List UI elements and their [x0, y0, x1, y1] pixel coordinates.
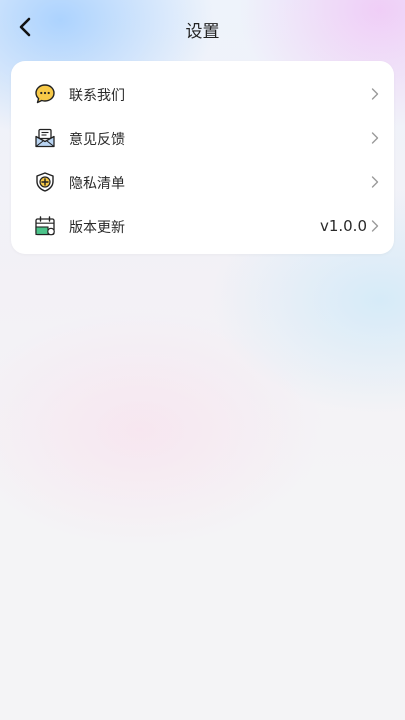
settings-card: 联系我们 意见反馈 隐私清单 版本更新 v1.0.0 [11, 61, 394, 254]
chevron-right-icon [371, 132, 379, 144]
settings-item-version[interactable]: 版本更新 v1.0.0 [11, 204, 394, 248]
chevron-right-icon [371, 220, 379, 232]
page-title: 设置 [185, 22, 220, 42]
chat-bubble-icon [35, 84, 55, 104]
settings-item-label: 隐私清单 [69, 176, 125, 192]
settings-item-feedback[interactable]: 意见反馈 [11, 116, 394, 160]
version-value: v1.0.0 [319, 217, 367, 235]
settings-item-label: 联系我们 [69, 88, 125, 104]
settings-item-contact[interactable]: 联系我们 [11, 72, 394, 116]
calendar-icon [35, 216, 55, 236]
settings-item-privacy[interactable]: 隐私清单 [11, 160, 394, 204]
envelope-icon [35, 128, 55, 148]
top-bar: 设置 [0, 0, 405, 56]
settings-item-label: 版本更新 [69, 220, 125, 236]
chevron-right-icon [371, 88, 379, 100]
chevron-right-icon [371, 176, 379, 188]
settings-item-label: 意见反馈 [69, 132, 125, 148]
shield-plus-icon [36, 172, 54, 192]
